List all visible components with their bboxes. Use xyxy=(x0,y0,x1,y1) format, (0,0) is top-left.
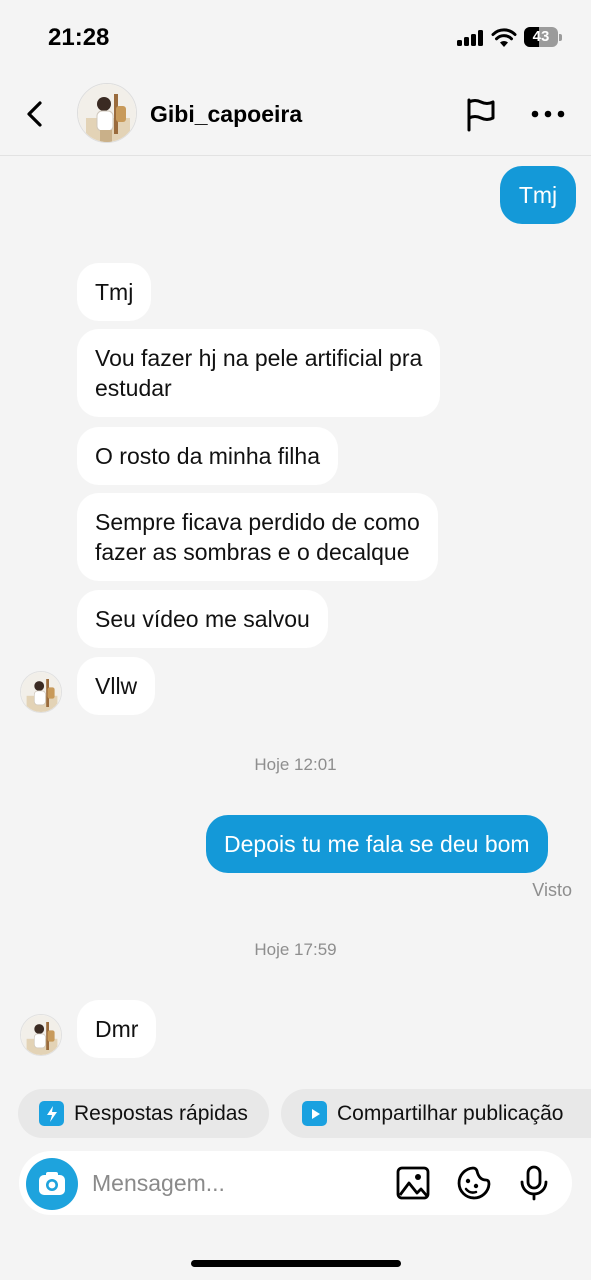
message-incoming[interactable]: Seu vídeo me salvou xyxy=(77,590,328,648)
play-icon xyxy=(302,1101,327,1126)
share-post-button[interactable]: Compartilhar publicação xyxy=(281,1089,591,1138)
share-post-label: Compartilhar publicação xyxy=(337,1101,564,1125)
seen-status: Visto xyxy=(532,880,572,900)
message-outgoing[interactable]: Tmj xyxy=(500,166,576,224)
timestamp: Hoje 17:59 xyxy=(254,940,337,959)
signal-icon xyxy=(457,30,485,46)
avatar[interactable] xyxy=(20,1014,62,1056)
message-line: estudar xyxy=(95,375,172,401)
message-incoming[interactable]: Sempre ficava perdido de como fazer as s… xyxy=(77,493,438,581)
avatar[interactable] xyxy=(20,671,62,713)
home-indicator[interactable] xyxy=(191,1260,401,1267)
avatar[interactable] xyxy=(77,83,137,143)
status-bar: 21:28 43 xyxy=(0,0,591,74)
camera-button[interactable] xyxy=(26,1158,78,1210)
message-line: fazer as sombras e o decalque xyxy=(95,539,410,565)
sticker-icon[interactable] xyxy=(456,1165,492,1201)
message-composer xyxy=(19,1151,572,1215)
camera-icon xyxy=(39,1172,65,1195)
status-time: 21:28 xyxy=(48,24,110,51)
message-incoming[interactable]: Vllw xyxy=(77,657,156,715)
message-incoming[interactable]: Dmr xyxy=(77,1000,157,1058)
message-outgoing[interactable]: Depois tu me fala se deu bom xyxy=(206,815,548,873)
flag-icon[interactable] xyxy=(462,94,500,134)
message-line: Sempre ficava perdido de como xyxy=(95,509,420,535)
message-line: Vou fazer hj na pele artificial pra xyxy=(95,345,423,371)
quick-replies-label: Respostas rápidas xyxy=(74,1101,248,1125)
chat-header: Gibi_capoeira xyxy=(0,74,591,156)
gallery-icon[interactable] xyxy=(395,1165,431,1201)
battery-level: 43 xyxy=(532,28,550,45)
message-incoming[interactable]: O rosto da minha filha xyxy=(77,427,339,485)
message-input[interactable] xyxy=(92,1165,372,1201)
back-arrow-icon[interactable] xyxy=(18,94,52,134)
more-icon[interactable] xyxy=(528,102,568,126)
contact-name[interactable]: Gibi_capoeira xyxy=(150,101,302,128)
microphone-icon[interactable] xyxy=(516,1165,552,1201)
battery-icon: 43 xyxy=(524,27,562,47)
quick-replies-button[interactable]: Respostas rápidas xyxy=(18,1089,269,1138)
wifi-icon xyxy=(491,28,517,47)
timestamp: Hoje 12:01 xyxy=(254,755,337,774)
message-incoming[interactable]: Tmj xyxy=(77,263,152,321)
lightning-icon xyxy=(39,1101,64,1126)
message-incoming[interactable]: Vou fazer hj na pele artificial pra estu… xyxy=(77,329,441,417)
